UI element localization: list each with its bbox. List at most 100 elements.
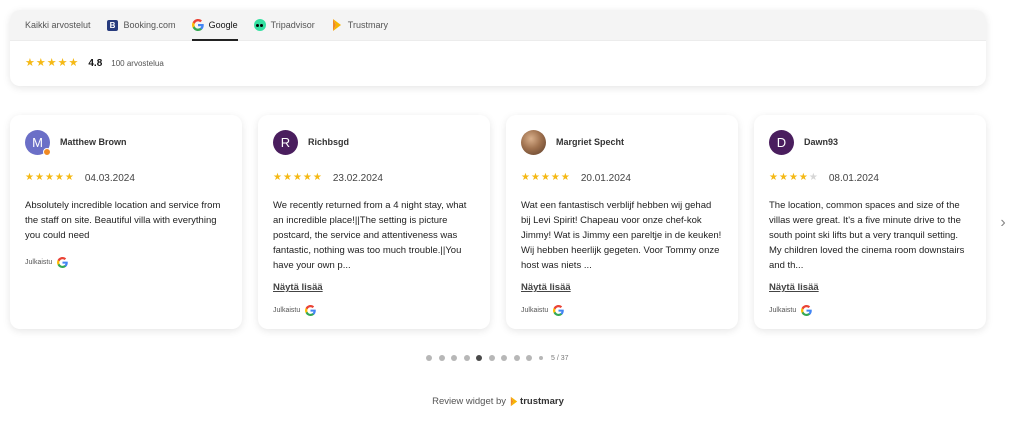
reviews-summary-panel: Kaikki arvostelut B Booking.com Google T… bbox=[10, 10, 986, 86]
published-source: Julkaistu bbox=[25, 257, 227, 268]
pagination-dot[interactable] bbox=[488, 355, 495, 361]
reviewer-name: Margriet Specht bbox=[556, 137, 625, 147]
star-icon: ★ bbox=[273, 172, 282, 183]
average-rating: 4.8 bbox=[88, 57, 103, 69]
published-source: Julkaistu bbox=[521, 305, 723, 316]
star-icon: ★ bbox=[769, 172, 778, 183]
pagination-dot[interactable] bbox=[513, 355, 520, 361]
footer-text: Review widget by bbox=[432, 396, 507, 407]
google-icon bbox=[57, 257, 69, 268]
review-text: We recently returned from a 4 night stay… bbox=[273, 200, 467, 271]
star-icon: ★ bbox=[312, 172, 322, 183]
trustmary-icon bbox=[331, 19, 343, 31]
show-more-link[interactable]: Näytä lisää bbox=[769, 282, 819, 293]
tab-all-reviews[interactable]: Kaikki arvostelut bbox=[25, 10, 91, 41]
chevron-right-icon: › bbox=[1000, 214, 1006, 231]
published-source: Julkaistu bbox=[769, 305, 971, 316]
avatar-letter: M bbox=[32, 134, 43, 150]
review-date: 04.03.2024 bbox=[84, 172, 135, 184]
star-icon: ★ bbox=[540, 172, 550, 183]
star-icon: ★ bbox=[282, 172, 292, 183]
reviewer-name: Dawn93 bbox=[804, 137, 839, 147]
trustmary-brand-link[interactable]: trustmary bbox=[510, 396, 564, 407]
review-text: Absolutely incredible location and servi… bbox=[25, 200, 221, 241]
pagination-dot[interactable] bbox=[501, 355, 507, 361]
star-icon: ★ bbox=[788, 172, 798, 183]
rating-summary: ★ ★ ★ ★ ★ 4.8 100 arvostelua bbox=[10, 41, 986, 85]
tab-label: Google bbox=[208, 20, 238, 30]
widget-footer: Review widget by trustmary bbox=[0, 396, 996, 407]
star-icon: ★ bbox=[798, 172, 808, 183]
avatar-letter: R bbox=[280, 134, 291, 150]
tab-trustmary[interactable]: Trustmary bbox=[331, 10, 388, 41]
published-label: Julkaistu bbox=[25, 259, 53, 266]
review-stars: ★ ★ ★ ★ ★ bbox=[769, 173, 819, 183]
star-icon: ★ bbox=[68, 56, 79, 69]
review-stars: ★ ★ ★ ★ ★ bbox=[25, 173, 75, 183]
review-card: M Matthew Brown ★ ★ ★ ★ ★ 04.03.2024 Absolut… bbox=[10, 115, 242, 329]
summary-stars: ★ ★ ★ ★ ★ bbox=[25, 56, 79, 69]
star-icon: ★ bbox=[550, 172, 560, 183]
review-date: 23.02.2024 bbox=[332, 172, 383, 184]
star-icon: ★ bbox=[530, 172, 540, 183]
tab-label: Kaikki arvostelut bbox=[25, 20, 91, 30]
pagination-dot[interactable] bbox=[538, 356, 543, 360]
published-source: Julkaistu bbox=[273, 305, 475, 316]
star-icon: ★ bbox=[778, 172, 788, 183]
star-icon: ★ bbox=[46, 56, 57, 69]
published-label: Julkaistu bbox=[273, 307, 301, 314]
carousel-next-button[interactable]: › bbox=[996, 213, 1010, 233]
pagination-dot[interactable] bbox=[438, 355, 445, 361]
review-date: 20.01.2024 bbox=[580, 172, 631, 184]
review-card: Margriet Specht ★ ★ ★ ★ ★ 20.01.2024 Wat een… bbox=[506, 115, 738, 329]
google-icon bbox=[305, 305, 317, 316]
star-icon: ★ bbox=[302, 172, 312, 183]
pagination-dot[interactable] bbox=[463, 355, 470, 361]
avatar: R bbox=[273, 129, 298, 155]
review-stars: ★ ★ ★ ★ ★ bbox=[521, 173, 571, 183]
trustmary-logo-icon bbox=[510, 396, 518, 407]
carousel-pagination: 5 / 37 bbox=[426, 352, 569, 364]
star-icon: ★ bbox=[25, 172, 34, 183]
page-counter: 5 / 37 bbox=[551, 354, 569, 362]
google-icon bbox=[801, 305, 813, 316]
review-card: R Richbsgd ★ ★ ★ ★ ★ 23.02.2024 We recently … bbox=[258, 115, 490, 329]
tab-label: Trustmary bbox=[347, 20, 388, 30]
star-icon: ★ bbox=[35, 56, 46, 69]
star-icon: ★ bbox=[44, 172, 54, 183]
star-icon: ★ bbox=[64, 172, 74, 183]
reviewer-name: Richbsgd bbox=[308, 137, 350, 147]
published-label: Julkaistu bbox=[521, 307, 549, 314]
tab-booking[interactable]: B Booking.com bbox=[107, 10, 176, 41]
badge-icon bbox=[43, 147, 51, 156]
review-date: 08.01.2024 bbox=[828, 172, 879, 184]
source-tabs: Kaikki arvostelut B Booking.com Google T… bbox=[10, 10, 986, 41]
google-icon bbox=[553, 305, 565, 316]
review-card: D Dawn93 ★ ★ ★ ★ ★ 08.01.2024 The location, … bbox=[754, 115, 986, 329]
pagination-dot[interactable] bbox=[526, 355, 532, 361]
star-icon: ★ bbox=[808, 172, 818, 183]
brand-name: trustmary bbox=[520, 396, 564, 407]
review-stars: ★ ★ ★ ★ ★ bbox=[273, 173, 323, 183]
pagination-dot[interactable] bbox=[451, 355, 457, 361]
star-icon: ★ bbox=[292, 172, 302, 183]
tripadvisor-icon bbox=[253, 19, 266, 31]
google-icon bbox=[191, 19, 204, 31]
star-icon: ★ bbox=[34, 172, 44, 183]
avatar-letter: D bbox=[776, 134, 787, 150]
star-icon: ★ bbox=[25, 56, 35, 69]
star-icon: ★ bbox=[57, 56, 68, 69]
avatar-photo bbox=[521, 129, 546, 155]
star-icon: ★ bbox=[560, 172, 570, 183]
show-more-link[interactable]: Näytä lisää bbox=[273, 282, 323, 293]
show-more-link[interactable]: Näytä lisää bbox=[521, 282, 571, 293]
star-icon: ★ bbox=[521, 172, 530, 183]
tab-label: Tripadvisor bbox=[270, 20, 315, 30]
pagination-dots bbox=[426, 355, 549, 361]
tab-google[interactable]: Google bbox=[191, 10, 238, 41]
pagination-dot[interactable] bbox=[476, 355, 482, 361]
tab-tripadvisor[interactable]: Tripadvisor bbox=[253, 10, 315, 41]
booking-icon: B bbox=[107, 19, 119, 31]
pagination-dot[interactable] bbox=[426, 355, 432, 361]
review-text: The location, common spaces and size of … bbox=[769, 200, 965, 271]
